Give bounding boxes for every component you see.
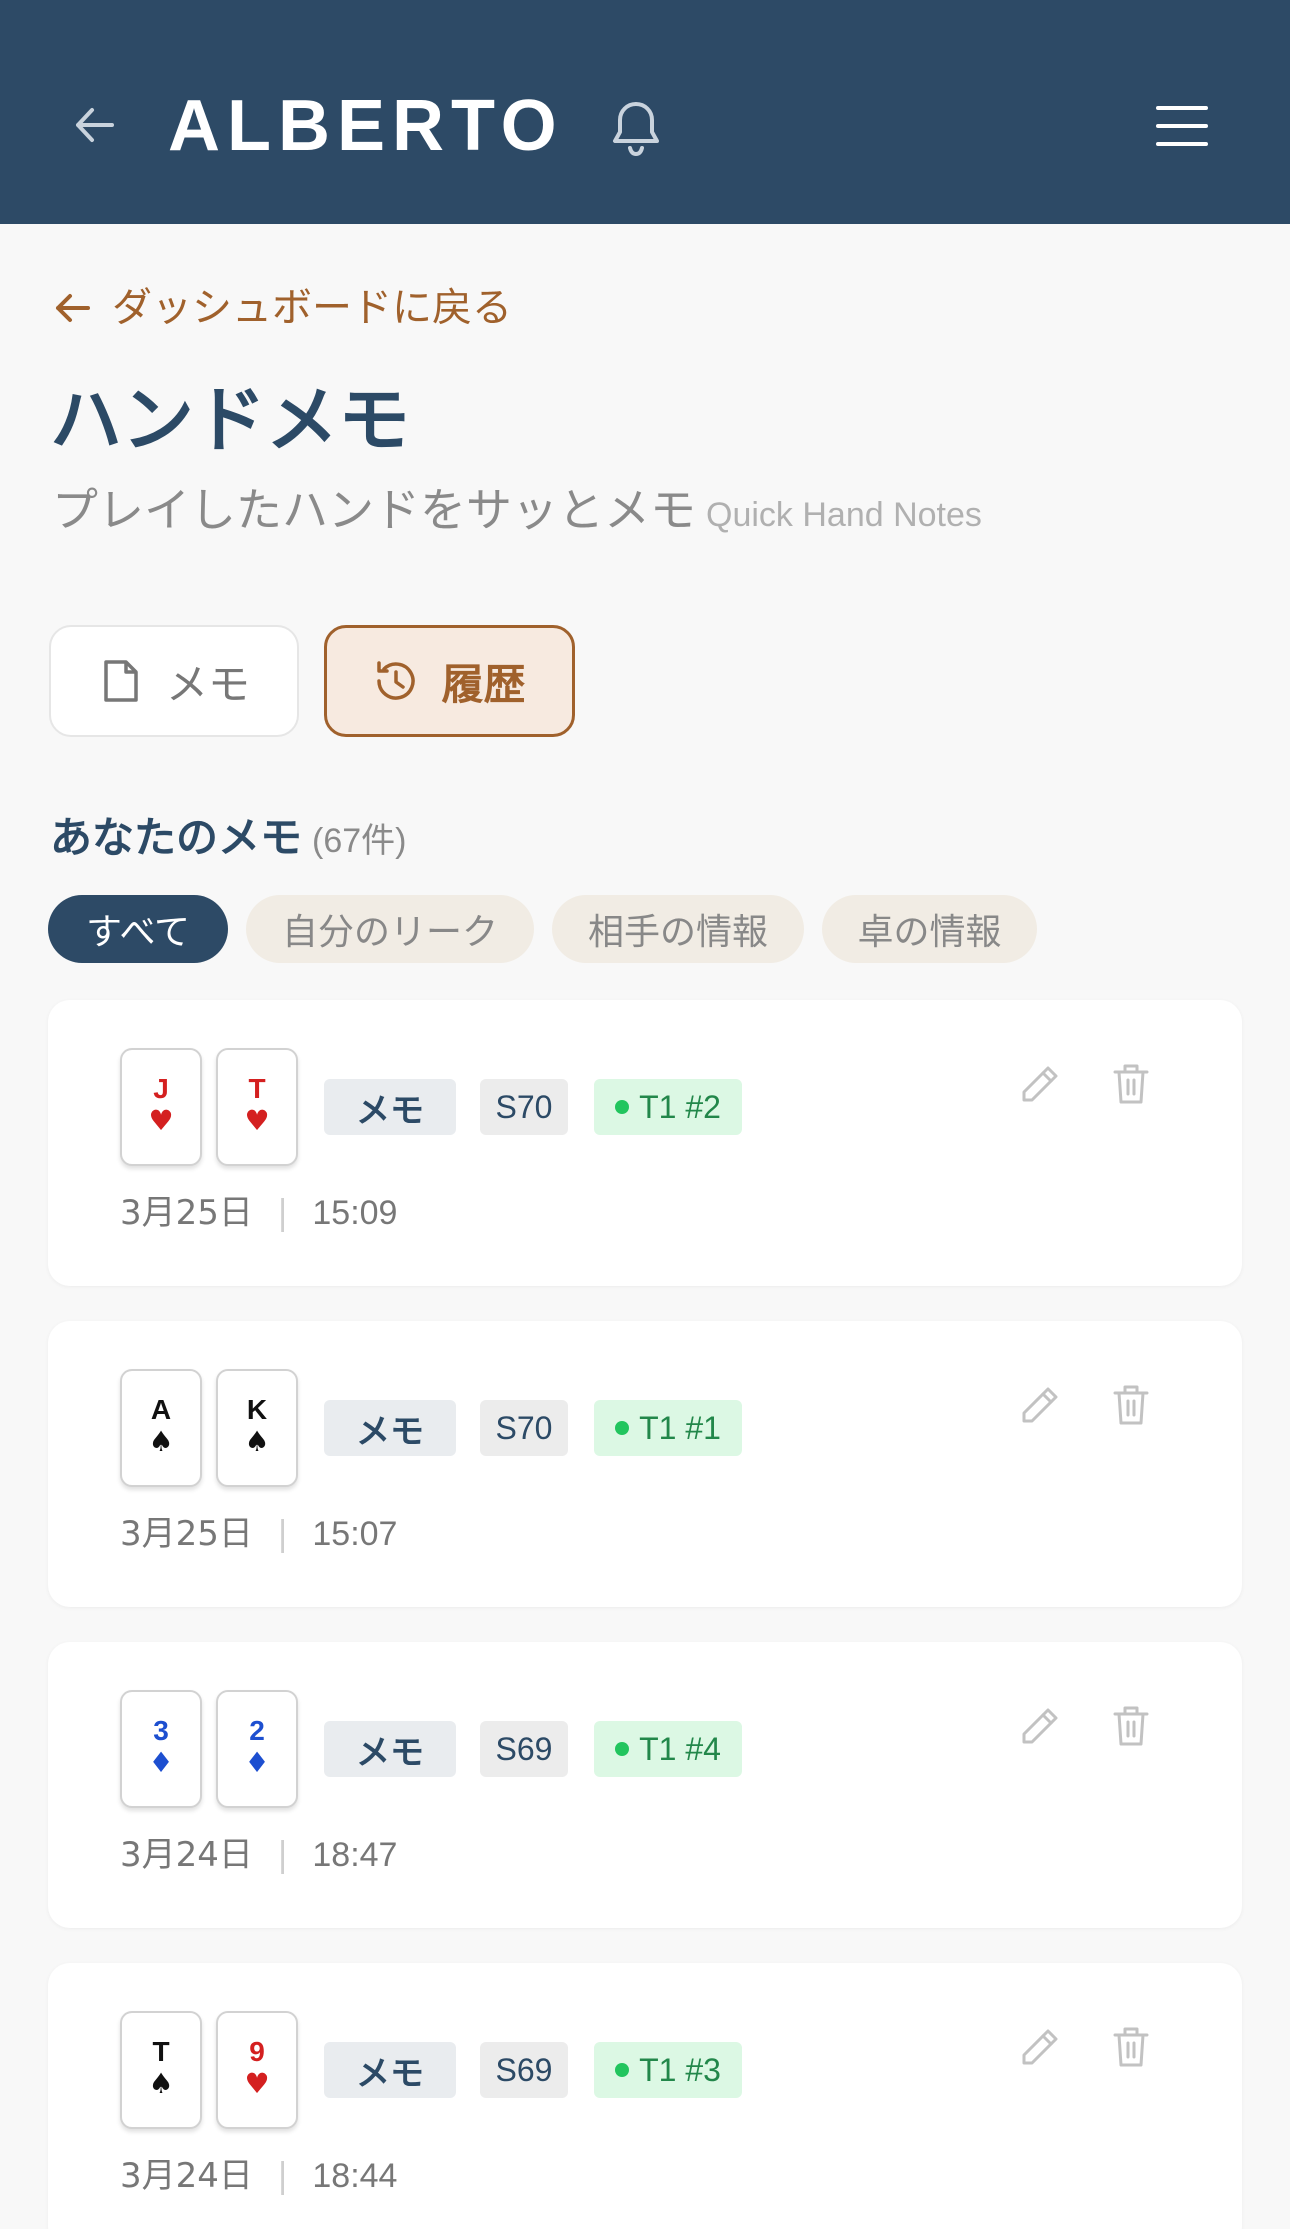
- table-badge: T1 #1: [594, 1400, 742, 1456]
- card-rank: 9: [249, 2036, 265, 2067]
- table-badge: T1 #2: [594, 1079, 742, 1135]
- playing-card: T ♠: [120, 2011, 202, 2129]
- note-timestamp: 3月25日 | 15:09: [120, 1190, 397, 1236]
- bell-icon[interactable]: [606, 98, 666, 160]
- table-badge: T1 #4: [594, 1721, 742, 1777]
- card-rank: K: [246, 1394, 268, 1425]
- playing-card: K ♠: [216, 1369, 298, 1487]
- note-timestamp: 3月25日 | 15:07: [120, 1511, 397, 1557]
- note-card[interactable]: 3 ♦ 2 ♦ メモ S69 T1 #4 3月24日 | 18:47: [48, 1642, 1242, 1928]
- document-icon: [104, 660, 138, 702]
- note-type-badge: メモ: [324, 1721, 456, 1777]
- page-subtitle: プレイしたハンドをサッとメモ Quick Hand Notes: [52, 480, 982, 545]
- filter-chip-all[interactable]: すべて: [48, 895, 228, 963]
- spade-suit-icon: ♠: [148, 2067, 174, 2100]
- card-rank: 2: [249, 1715, 265, 1746]
- note-time: 18:44: [312, 2157, 398, 2195]
- arrow-left-icon[interactable]: [70, 100, 120, 150]
- breadcrumb-back-link[interactable]: ダッシュボードに戻る: [52, 282, 512, 334]
- spade-suit-icon: ♠: [148, 1425, 174, 1458]
- tab-history[interactable]: 履歴: [324, 625, 575, 737]
- note-card[interactable]: A ♠ K ♠ メモ S70 T1 #1 3月25日 | 15:07: [48, 1321, 1242, 1607]
- subtitle-ja: プレイしたハンドをサッとメモ: [52, 483, 696, 537]
- meta-separator: |: [276, 1193, 289, 1233]
- tab-history-label: 履歴: [441, 659, 526, 709]
- heart-suit-icon: ♥: [148, 1104, 174, 1137]
- note-time: 15:07: [312, 1515, 398, 1553]
- note-card[interactable]: J ♥ T ♥ メモ S70 T1 #2 3月25日 | 15:09: [48, 1000, 1242, 1286]
- note-card[interactable]: T ♠ 9 ♥ メモ S69 T1 #3 3月24日 | 18:44: [48, 1963, 1242, 2229]
- tab-memo[interactable]: メモ: [49, 625, 299, 737]
- pencil-edit-icon[interactable]: [1018, 1383, 1062, 1427]
- status-dot-icon: [615, 1421, 630, 1435]
- breadcrumb-label: ダッシュボードに戻る: [112, 285, 512, 331]
- session-badge: S70: [480, 1400, 568, 1456]
- note-type-badge: メモ: [324, 1400, 456, 1456]
- heart-suit-icon: ♥: [244, 2067, 270, 2100]
- session-badge: S69: [480, 1721, 568, 1777]
- card-rank: T: [248, 1073, 266, 1104]
- note-type-badge: メモ: [324, 2042, 456, 2098]
- card-rank: A: [150, 1394, 172, 1425]
- pencil-edit-icon[interactable]: [1018, 1062, 1062, 1106]
- card-rank: J: [153, 1073, 169, 1104]
- note-time: 15:09: [312, 1194, 398, 1232]
- table-label: T1 #1: [639, 1409, 721, 1446]
- spade-suit-icon: ♠: [244, 1425, 270, 1458]
- status-dot-icon: [615, 1100, 630, 1114]
- filter-chip-own-leaks[interactable]: 自分のリーク: [246, 895, 534, 963]
- trash-icon[interactable]: [1112, 1062, 1150, 1106]
- note-date: 3月25日: [120, 1193, 253, 1233]
- note-time: 18:47: [312, 1836, 398, 1874]
- tab-memo-label: メモ: [165, 659, 250, 709]
- status-dot-icon: [615, 1742, 630, 1756]
- diamond-suit-icon: ♦: [148, 1746, 174, 1779]
- note-timestamp: 3月24日 | 18:44: [120, 2153, 397, 2199]
- trash-icon[interactable]: [1112, 1383, 1150, 1427]
- app-header: ALBERTO: [0, 0, 1290, 224]
- session-badge: S69: [480, 2042, 568, 2098]
- heart-suit-icon: ♥: [244, 1104, 270, 1137]
- note-date: 3月25日: [120, 1514, 253, 1554]
- note-timestamp: 3月24日 | 18:47: [120, 1832, 397, 1878]
- trash-icon[interactable]: [1112, 2025, 1150, 2069]
- diamond-suit-icon: ♦: [244, 1746, 270, 1779]
- meta-separator: |: [276, 2156, 289, 2196]
- table-label: T1 #2: [639, 1088, 721, 1125]
- note-date: 3月24日: [120, 2156, 253, 2196]
- meta-separator: |: [276, 1835, 289, 1875]
- subtitle-en: Quick Hand Notes: [706, 496, 982, 534]
- playing-card: 3 ♦: [120, 1690, 202, 1808]
- filter-chip-opponent-info[interactable]: 相手の情報: [552, 895, 804, 963]
- table-badge: T1 #3: [594, 2042, 742, 2098]
- pencil-edit-icon[interactable]: [1018, 2025, 1062, 2069]
- playing-card: 9 ♥: [216, 2011, 298, 2129]
- pencil-edit-icon[interactable]: [1018, 1704, 1062, 1748]
- filter-chip-table-info[interactable]: 卓の情報: [822, 895, 1037, 963]
- hamburger-menu-icon[interactable]: [1156, 104, 1208, 148]
- section-title-text: あなたのメモ: [50, 813, 303, 862]
- playing-card: 2 ♦: [216, 1690, 298, 1808]
- trash-icon[interactable]: [1112, 1704, 1150, 1748]
- note-count: (67件): [312, 822, 407, 860]
- table-label: T1 #4: [639, 1730, 721, 1767]
- table-label: T1 #3: [639, 2051, 721, 2088]
- session-badge: S70: [480, 1079, 568, 1135]
- note-type-badge: メモ: [324, 1079, 456, 1135]
- meta-separator: |: [276, 1514, 289, 1554]
- history-clock-icon: [377, 661, 416, 700]
- page-title: ハンドメモ: [50, 378, 411, 462]
- note-date: 3月24日: [120, 1835, 253, 1875]
- arrow-left-icon: [56, 294, 90, 322]
- playing-card: J ♥: [120, 1048, 202, 1166]
- playing-card: A ♠: [120, 1369, 202, 1487]
- brand-logo: ALBERTO: [168, 86, 564, 166]
- status-dot-icon: [615, 2063, 630, 2077]
- playing-card: T ♥: [216, 1048, 298, 1166]
- section-title: あなたのメモ (67件): [50, 810, 406, 869]
- card-rank: 3: [153, 1715, 169, 1746]
- card-rank: T: [152, 2036, 170, 2067]
